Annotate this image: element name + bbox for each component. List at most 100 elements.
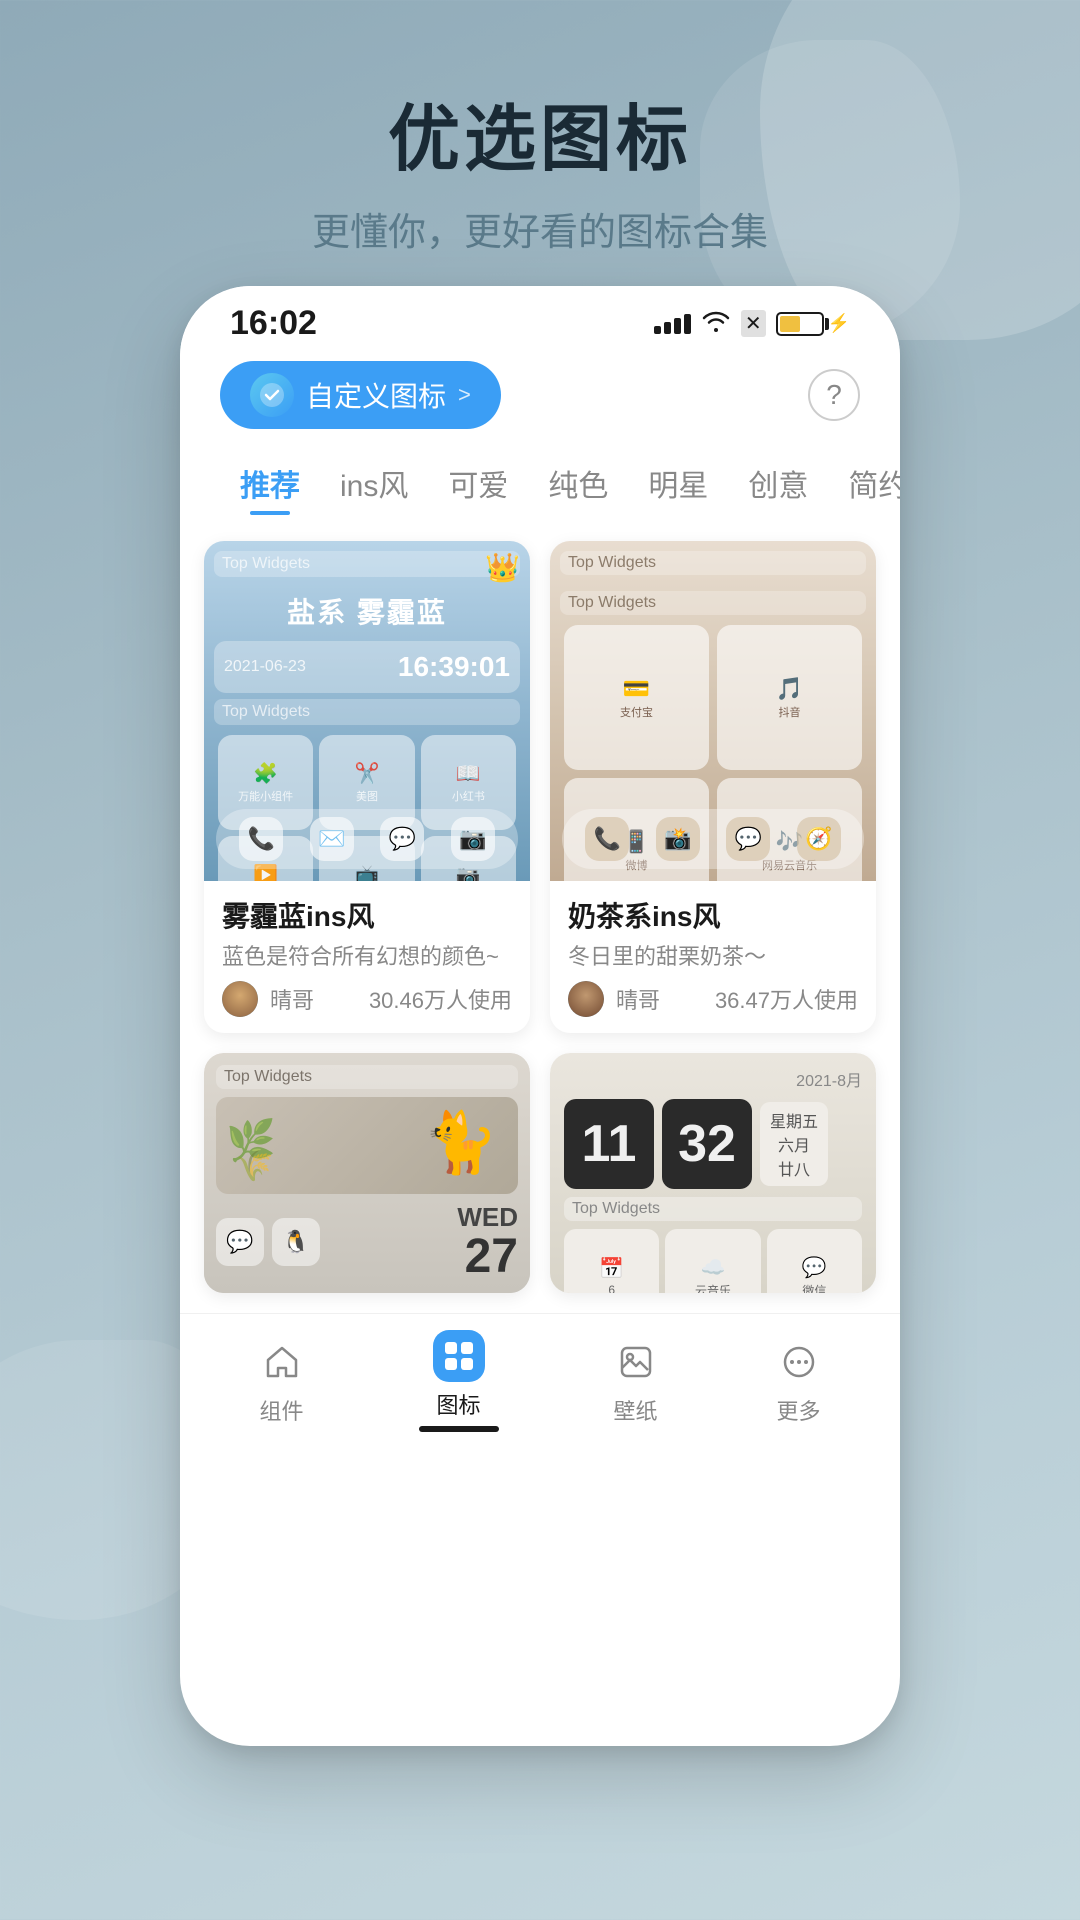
battery-bolt-icon: ⚡ bbox=[828, 313, 850, 334]
theme-card-1[interactable]: 👑 Top Widgets 盐系 雾霾蓝 2021-06-23 16:39:01… bbox=[204, 541, 530, 1033]
theme-card-2[interactable]: Top Widgets 🖼️ 📚 Top Widgets bbox=[550, 541, 876, 1033]
theme3-icon-row: 💬 🐧 WED 27 bbox=[216, 1202, 518, 1281]
card-users-2: 36.47万人使用 bbox=[715, 983, 858, 1015]
day-label: 星期五 bbox=[770, 1108, 818, 1132]
nav-item-more[interactable]: 更多 bbox=[773, 1336, 825, 1426]
theme3-app-wechat: 💬 bbox=[216, 1218, 264, 1266]
theme4-content: 2021-8月 11 32 星期五 六月 廿八 Top Widgets 📅 bbox=[550, 1053, 876, 1293]
card-author-1: 晴哥 bbox=[270, 983, 314, 1015]
more-icon bbox=[773, 1336, 825, 1388]
dock-camera: 📷 bbox=[451, 817, 495, 861]
theme-preview-4: 2021-8月 11 32 星期五 六月 廿八 Top Widgets 📅 bbox=[550, 1053, 876, 1293]
dock-message: 💬 bbox=[380, 817, 424, 861]
tab-simple[interactable]: 简约 bbox=[828, 453, 900, 513]
lunar-day: 廿八 bbox=[778, 1156, 810, 1180]
theme1-clock: 16:39:01 bbox=[398, 651, 510, 683]
nav-item-widgets[interactable]: 组件 bbox=[256, 1336, 308, 1426]
theme-card-3[interactable]: Top Widgets 🐈 🌿 🌾 💬 🐧 WED 27 bbox=[204, 1053, 530, 1293]
widget-bar-theme2-2: Top Widgets bbox=[560, 591, 866, 615]
status-bar: 16:02 ✕ bbox=[180, 286, 900, 353]
theme2-dock-phone: 📞 bbox=[585, 817, 629, 861]
card-title-2: 奶茶系ins风 bbox=[568, 895, 858, 935]
card-users-1: 30.46万人使用 bbox=[369, 983, 512, 1015]
digital-hour: 11 bbox=[564, 1099, 654, 1189]
x-signal-icon: ✕ bbox=[741, 310, 766, 337]
theme4-date-label: 2021-8月 bbox=[564, 1067, 862, 1091]
theme4-app-wechat: 💬 微信 bbox=[767, 1229, 862, 1293]
phone-shell: 16:02 ✕ bbox=[180, 286, 900, 1746]
theme1-date: 2021-06-23 bbox=[224, 658, 306, 676]
theme1-dock: 📞 ✉️ 💬 📷 bbox=[216, 809, 518, 869]
dock-phone: 📞 bbox=[239, 817, 283, 861]
nav-item-icons[interactable]: 图标 bbox=[419, 1330, 499, 1432]
card-avatar-1 bbox=[222, 981, 258, 1017]
tab-cute[interactable]: 可爱 bbox=[428, 453, 528, 513]
widget-label-theme2: Top Widgets bbox=[568, 554, 656, 572]
tab-ins[interactable]: ins风 bbox=[320, 453, 428, 513]
widget-label-2: Top Widgets bbox=[222, 703, 310, 721]
nav-label-wallpaper: 壁纸 bbox=[613, 1394, 657, 1426]
theme2-app-alipay: 💳 支付宝 bbox=[564, 625, 709, 770]
battery-fill bbox=[780, 316, 800, 332]
tab-plain[interactable]: 纯色 bbox=[528, 453, 628, 513]
theme3-date: 27 bbox=[457, 1233, 518, 1281]
dock-mail: ✉️ bbox=[310, 817, 354, 861]
theme4-app-calendar: 📅 6 bbox=[564, 1229, 659, 1293]
status-time: 16:02 bbox=[230, 304, 317, 343]
theme2-dock: 📞 📸 💬 🧭 bbox=[562, 809, 864, 869]
wallpaper-icon bbox=[610, 1336, 662, 1388]
page-subtitle: 更懂你，更好看的图标合集 bbox=[0, 201, 1080, 256]
battery-container: ⚡ bbox=[776, 312, 850, 336]
custom-icon-arrow: > bbox=[458, 382, 471, 408]
card-footer-2: 晴哥 36.47万人使用 bbox=[568, 981, 858, 1017]
theme4-widget-label: Top Widgets bbox=[564, 1197, 862, 1221]
nav-item-wallpaper[interactable]: 壁纸 bbox=[610, 1336, 662, 1426]
digital-min: 32 bbox=[662, 1099, 752, 1189]
theme2-dock-instagram: 📸 bbox=[656, 817, 700, 861]
custom-icon-avatar bbox=[250, 373, 294, 417]
theme-grid: 👑 Top Widgets 盐系 雾霾蓝 2021-06-23 16:39:01… bbox=[180, 521, 900, 1313]
help-icon: ? bbox=[826, 379, 842, 411]
card-avatar-2 bbox=[568, 981, 604, 1017]
theme-preview-1: 👑 Top Widgets 盐系 雾霾蓝 2021-06-23 16:39:01… bbox=[204, 541, 530, 881]
wifi-icon bbox=[701, 308, 731, 339]
theme2-dock-message: 💬 bbox=[726, 817, 770, 861]
digital-day-info: 星期五 六月 廿八 bbox=[760, 1102, 828, 1186]
tab-recommend[interactable]: 推荐 bbox=[220, 453, 320, 513]
card-title-1: 雾霾蓝ins风 bbox=[222, 895, 512, 935]
tab-star[interactable]: 明星 bbox=[628, 453, 728, 513]
theme2-app-tiktok: 🎵 抖音 bbox=[717, 625, 862, 770]
page-title: 优选图标 bbox=[0, 80, 1080, 185]
nav-label-icons: 图标 bbox=[436, 1388, 480, 1420]
card-desc-2: 冬日里的甜栗奶茶～ bbox=[568, 939, 858, 971]
battery-box bbox=[776, 312, 824, 336]
widget-label-1: Top Widgets bbox=[222, 555, 310, 573]
custom-icon-button[interactable]: 自定义图标 > bbox=[220, 361, 501, 429]
card-info-2: 奶茶系ins风 冬日里的甜栗奶茶～ 晴哥 36.47万人使用 bbox=[550, 881, 876, 1033]
custom-icon-bar: 自定义图标 > ? bbox=[180, 353, 900, 429]
nav-indicator bbox=[419, 1426, 499, 1432]
card-info-1: 雾霾蓝ins风 蓝色是符合所有幻想的颜色~ 晴哥 30.46万人使用 bbox=[204, 881, 530, 1033]
tab-creative[interactable]: 创意 bbox=[728, 453, 828, 513]
lunar-label: 六月 bbox=[778, 1132, 810, 1156]
theme3-app-qq: 🐧 bbox=[272, 1218, 320, 1266]
theme4-app-weather: ☁️ 云音乐 bbox=[665, 1229, 760, 1293]
theme-preview-2: Top Widgets 🖼️ 📚 Top Widgets bbox=[550, 541, 876, 881]
theme-card-4[interactable]: 2021-8月 11 32 星期五 六月 廿八 Top Widgets 📅 bbox=[550, 1053, 876, 1293]
theme4-mini-grid: 📅 6 ☁️ 云音乐 💬 微信 bbox=[564, 1229, 862, 1293]
theme1-title: 盐系 雾霾蓝 bbox=[214, 583, 520, 635]
status-signal-area: ✕ ⚡ bbox=[654, 308, 850, 339]
theme3-bg: Top Widgets 🐈 🌿 🌾 💬 🐧 WED 27 bbox=[204, 1053, 530, 1293]
theme3-cat-image: 🐈 🌿 🌾 bbox=[216, 1097, 518, 1194]
help-button[interactable]: ? bbox=[808, 369, 860, 421]
signal-bars bbox=[654, 314, 691, 334]
home-icon bbox=[256, 1336, 308, 1388]
page-header: 优选图标 更懂你，更好看的图标合集 bbox=[0, 0, 1080, 286]
card-author-2: 晴哥 bbox=[616, 983, 660, 1015]
crown-icon: 👑 bbox=[485, 551, 520, 584]
card-footer-1: 晴哥 30.46万人使用 bbox=[222, 981, 512, 1017]
bottom-nav: 组件 图标 壁纸 bbox=[180, 1313, 900, 1462]
theme3-weekday: WED bbox=[457, 1202, 518, 1233]
nav-label-more: 更多 bbox=[776, 1394, 820, 1426]
digital-clock-row: 11 32 星期五 六月 廿八 bbox=[564, 1099, 862, 1189]
